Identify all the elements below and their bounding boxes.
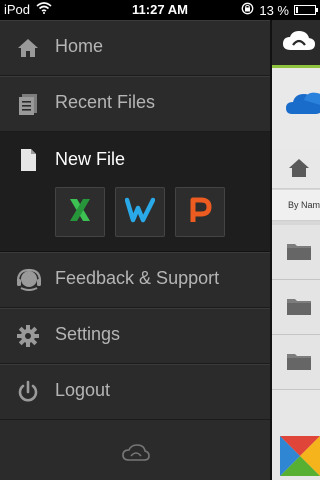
sidebar-item-feedback-support[interactable]: Feedback & Support (0, 252, 270, 308)
gear-icon (16, 324, 40, 348)
list-item[interactable] (272, 335, 320, 390)
excel-icon (66, 196, 94, 229)
main-content-peek[interactable]: By Nam (270, 20, 320, 480)
cloud-icon (122, 444, 150, 467)
battery-percent: 13 % (259, 2, 289, 18)
app-header (272, 20, 320, 68)
sidebar-item-settings[interactable]: Settings (0, 308, 270, 364)
battery-icon (294, 5, 318, 15)
home-breadcrumb[interactable] (272, 148, 320, 189)
sidebar-item-label: Recent Files (55, 92, 156, 112)
new-word-file-button[interactable] (115, 187, 165, 237)
sidebar-item-logout[interactable]: Logout (0, 364, 270, 420)
sidebar-item-home[interactable]: Home (0, 20, 270, 76)
office-logo-icon (280, 436, 320, 480)
word-icon (124, 196, 156, 229)
list-item[interactable] (272, 280, 320, 335)
sidebar-item-label: New File (55, 149, 126, 169)
powerpoint-icon (187, 196, 213, 229)
new-excel-file-button[interactable] (55, 187, 105, 237)
onedrive-row[interactable] (272, 68, 320, 149)
sort-bar[interactable]: By Nam (272, 190, 320, 221)
list-item[interactable] (272, 225, 320, 280)
sidebar-item-label: Home (55, 36, 104, 56)
sidebar-item-label: Settings (55, 324, 121, 344)
folder-icon (286, 241, 312, 261)
folder-icon (286, 351, 312, 371)
home-icon (288, 158, 310, 183)
feedback-icon (16, 268, 42, 292)
power-icon (16, 380, 40, 404)
sidebar-item-label: Logout (55, 380, 111, 400)
status-right: 13 % (241, 2, 318, 18)
sidebar-footer (0, 420, 270, 480)
new-file-icon (16, 148, 40, 172)
office-promo (272, 390, 320, 480)
new-powerpoint-file-button[interactable] (175, 187, 225, 237)
app-logo-icon (282, 30, 316, 57)
battery-fill (296, 7, 298, 13)
sort-label: By Nam (288, 200, 320, 210)
home-icon (16, 36, 40, 60)
rotation-lock-icon (241, 2, 254, 18)
sidebar-item-recent-files[interactable]: Recent Files (0, 76, 270, 132)
sidebar-item-new-file[interactable]: New File (0, 132, 270, 252)
recent-files-icon (16, 92, 40, 116)
folder-icon (286, 296, 312, 316)
sidebar-menu: Home Recent Files New File Feedback & Su… (0, 20, 270, 480)
onedrive-icon (286, 88, 320, 123)
sidebar-item-label: Feedback & Support (55, 268, 220, 288)
status-bar: iPod 11:27 AM 13 % (0, 0, 320, 20)
